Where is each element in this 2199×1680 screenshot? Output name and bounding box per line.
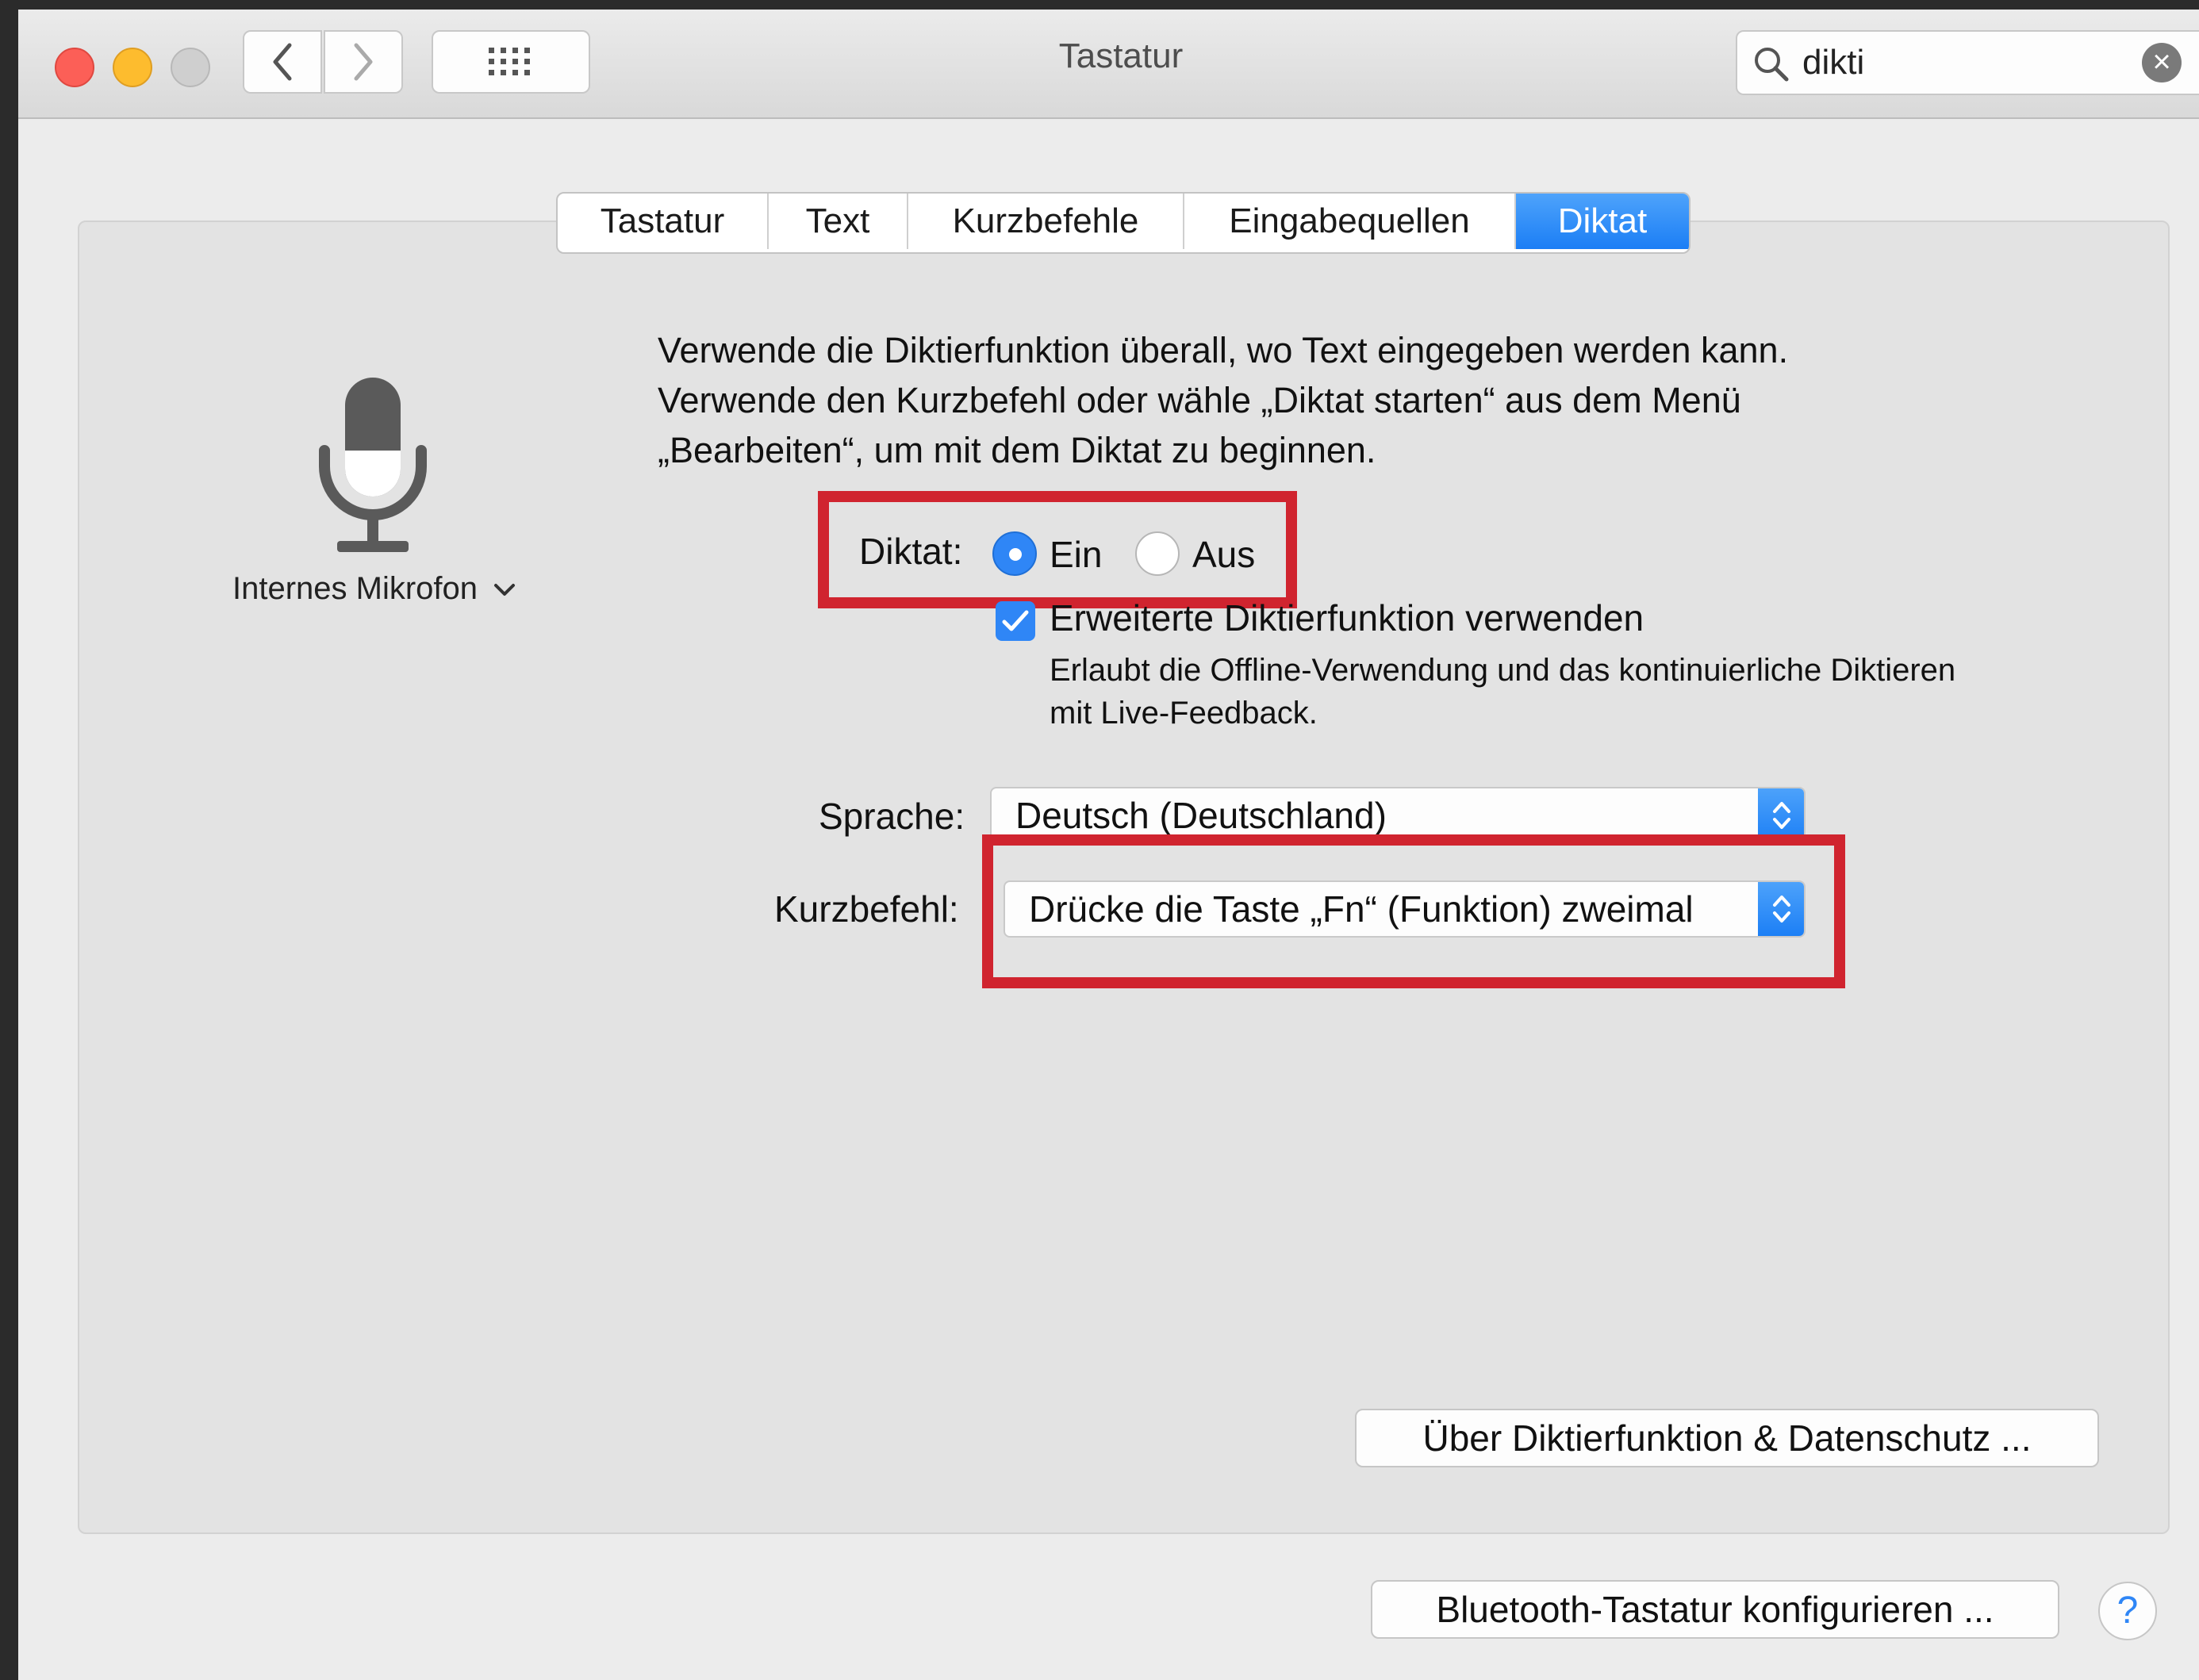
description-line: Verwende den Kurzbefehl oder wähle „Dikt… [658,380,1741,420]
tab-kurzbefehle[interactable]: Kurzbefehle [908,194,1184,249]
enhanced-dictation-checkbox[interactable] [996,601,1035,641]
tab-eingabequellen[interactable]: Eingabequellen [1184,194,1516,249]
help-button[interactable]: ? [2098,1582,2157,1640]
enhanced-description-line: mit Live-Feedback. [1050,696,1318,731]
description-line: Verwende die Diktierfunktion überall, wo… [658,330,1789,370]
shortcut-label: Kurzbefehl: [774,888,959,930]
tab-diktat[interactable]: Diktat [1516,194,1689,249]
search-input[interactable]: dikti [1802,43,1864,82]
enhanced-dictation-label[interactable]: Erweiterte Diktierfunktion verwenden [1050,596,1644,639]
search-field[interactable]: dikti × [1736,30,2199,95]
chevron-down-icon [494,584,516,596]
privacy-button[interactable]: Über Diktierfunktion & Datenschutz ... [1355,1409,2099,1467]
microphone-icon [313,371,432,566]
preferences-window: Tastatur dikti × Tastatur Text Kurzbefeh… [18,10,2199,1680]
enhanced-description-line: Erlaubt die Offline-Verwendung und das k… [1050,653,1956,688]
enhanced-dictation-description: Erlaubt die Offline-Verwendung und das k… [1050,649,1955,735]
shortcut-highlight-box [982,834,1845,988]
language-label: Sprache: [819,796,965,837]
search-icon [1755,48,1789,82]
microphone-label: Internes Mikrofon [232,571,478,606]
tab-tastatur[interactable]: Tastatur [558,194,769,249]
bluetooth-keyboard-button[interactable]: Bluetooth-Tastatur konfigurieren ... [1371,1580,2059,1639]
dictation-highlight-box [818,491,1297,608]
microphone-selector[interactable]: Internes Mikrofon [232,571,566,607]
tab-text[interactable]: Text [769,194,908,249]
tab-bar: Tastatur Text Kurzbefehle Eingabequellen… [556,192,1691,254]
clear-search-icon[interactable]: × [2142,43,2182,82]
title-bar: Tastatur dikti × [18,10,2199,119]
description-line: „Bearbeiten“, um mit dem Diktat zu begin… [658,430,1376,470]
dictation-description: Verwende die Diktierfunktion überall, wo… [658,325,2006,475]
checkmark-icon [1002,610,1029,631]
language-value: Deutsch (Deutschland) [1015,795,1387,836]
